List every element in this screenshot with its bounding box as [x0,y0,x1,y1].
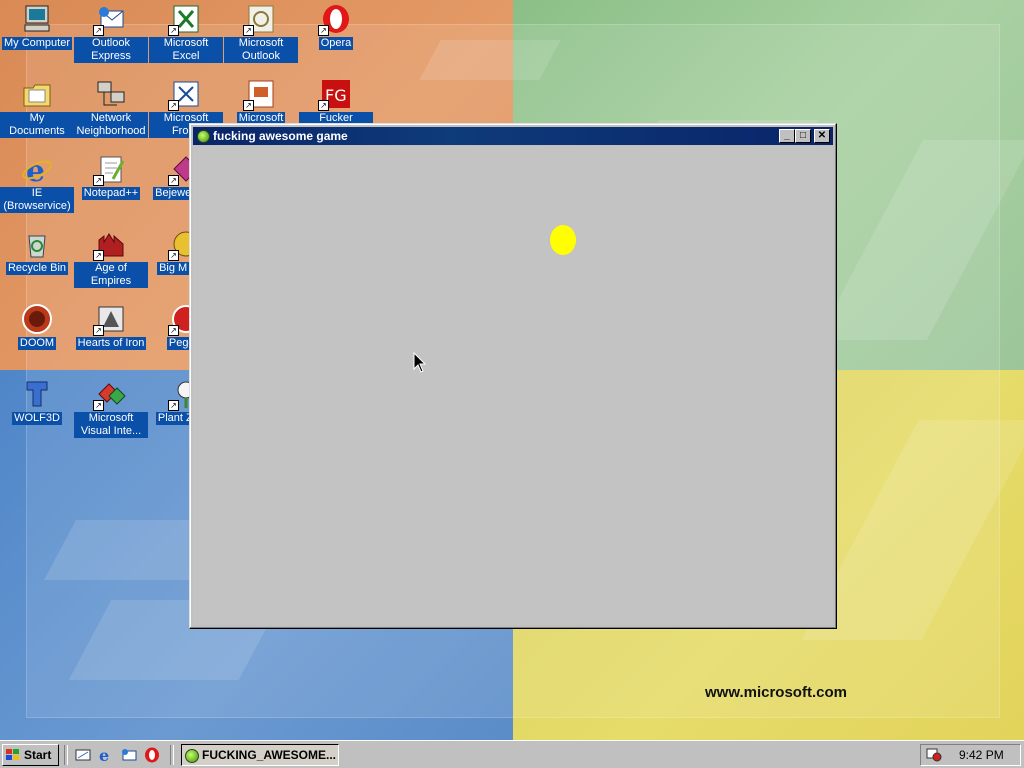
game-window[interactable]: fucking awesome game _ □ ✕ [189,123,837,629]
shortcut-arrow-icon: ↗ [168,25,179,36]
wallpaper-streak [419,40,561,80]
desktop-icon-label: Opera [318,37,354,50]
taskbar-button-game[interactable]: FUCKING_AWESOME... [181,744,339,766]
desktop-icon-label: DOOM [17,337,57,350]
frontpage-icon: ↗ [168,78,202,111]
outlook-express-icon[interactable] [121,747,137,763]
desktop-icon-label: Recycle Bin [5,262,69,275]
shortcut-arrow-icon: ↗ [93,325,104,336]
clock[interactable]: 9:42 PM [959,748,1004,762]
game-app-icon [185,749,199,763]
excel-icon: ↗ [168,3,202,36]
shortcut-arrow-icon: ↗ [168,100,179,111]
desktop-icon-age-of-empires[interactable]: ↗ Age of Empires [74,228,148,288]
shortcut-arrow-icon: ↗ [168,400,179,411]
minimize-button[interactable]: _ [779,129,795,143]
desktop-icon-visual-interdev[interactable]: ↗ Microsoft Visual Inte... [74,378,148,438]
outlook-icon: ↗ [243,3,277,36]
taskbar-separator [64,745,68,765]
fg-icon: FG ↗ [318,78,352,111]
start-button[interactable]: Start [2,744,59,766]
folder-icon [21,78,53,110]
game-canvas[interactable] [193,146,833,625]
start-label: Start [24,748,52,762]
desktop-icon-doom[interactable]: DOOM [0,303,74,350]
desktop-icon-network-neighborhood[interactable]: Network Neighborhood [74,78,148,138]
system-tray: 9:42 PM [920,744,1021,766]
computer-icon [21,3,53,35]
desktop-icon-recycle-bin[interactable]: Recycle Bin [0,228,74,275]
powerpoint-icon: ↗ [243,78,277,111]
shortcut-arrow-icon: ↗ [93,400,104,411]
shortcut-arrow-icon: ↗ [168,250,179,261]
desktop-icon-hearts-of-iron[interactable]: ↗ Hearts of Iron [74,303,148,350]
desktop-icon-label: My Computer [1,37,73,50]
desktop-icon-outlook[interactable]: ↗ Microsoft Outlook [224,3,298,63]
maximize-button[interactable]: □ [795,129,811,143]
wolf3d-icon [21,378,53,410]
shortcut-arrow-icon: ↗ [318,25,329,36]
shortcut-arrow-icon: ↗ [93,175,104,186]
desktop-icon-label: Age of Empires [74,262,148,288]
scheduler-icon[interactable] [926,748,942,762]
outlook-express-icon: ↗ [93,3,127,36]
window-title: fucking awesome game [213,129,348,143]
age-of-empires-icon: ↗ [93,228,127,261]
shortcut-arrow-icon: ↗ [93,250,104,261]
doom-icon [21,303,53,335]
internet-explorer-icon[interactable]: e [98,747,114,763]
game-app-icon[interactable] [197,130,210,143]
desktop-icon-label: My Documents [0,112,74,138]
shortcut-arrow-icon: ↗ [243,100,254,111]
desktop-icon-label: Outlook Express [74,37,148,63]
opera-icon: ↗ [318,3,352,36]
desktop-icon-opera[interactable]: ↗ Opera [299,3,373,50]
desktop-icon-label: Hearts of Iron [75,337,147,350]
internet-explorer-icon: e [21,153,53,189]
visual-interdev-icon: ↗ [93,378,127,411]
taskbar-separator [170,745,174,765]
desktop-icon-label: Microsoft Outlook [224,37,298,63]
shortcut-arrow-icon: ↗ [168,175,179,186]
desktop-icon-excel[interactable]: ↗ Microsoft Excel [149,3,223,63]
show-desktop-icon[interactable] [75,747,91,763]
opera-icon[interactable] [144,747,160,763]
desktop-icon-outlook-express[interactable]: ↗ Outlook Express [74,3,148,63]
svg-text:e: e [99,747,109,763]
desktop-icon-my-documents[interactable]: My Documents [0,78,74,138]
desktop-icon-my-computer[interactable]: My Computer [0,3,74,50]
windows-flag-icon [6,749,19,760]
desktop-icon-ie[interactable]: e IE (Browservice) [0,153,74,213]
mouse-cursor-icon [413,352,427,373]
shortcut-arrow-icon: ↗ [243,25,254,36]
desktop-icon-powerpoint[interactable]: ↗ Microsoft [224,78,298,125]
desktop-icon-label: WOLF3D [12,412,62,425]
taskbar-button-label: FUCKING_AWESOME... [202,748,337,762]
desktop-icon-notepad-plus-plus[interactable]: ↗ Notepad++ [74,153,148,200]
desktop-icon-label: Network Neighborhood [74,112,148,138]
notepad-icon: ↗ [93,153,127,186]
desktop-icon-label: Microsoft Visual Inte... [74,412,148,438]
shortcut-arrow-icon: ↗ [93,25,104,36]
taskbar: Start e FUCKING_AWESOME... 9:42 PM [0,740,1024,768]
desktop-icon-wolf3d[interactable]: WOLF3D [0,378,74,425]
close-button[interactable]: ✕ [814,129,830,143]
network-icon [95,78,127,110]
window-titlebar[interactable]: fucking awesome game _ □ ✕ [193,127,833,145]
hearts-of-iron-icon: ↗ [93,303,127,336]
shortcut-arrow-icon: ↗ [318,100,329,111]
recycle-bin-icon [21,228,53,260]
yellow-ball[interactable] [550,225,576,255]
desktop-icon-label: Microsoft Excel [149,37,223,63]
wallpaper-brand-text: www.microsoft.com [705,684,847,701]
svg-text:e: e [26,154,45,185]
desktop-icon-label: IE (Browservice) [0,187,74,213]
desktop-icon-label: Notepad++ [81,187,141,200]
shortcut-arrow-icon: ↗ [168,325,179,336]
